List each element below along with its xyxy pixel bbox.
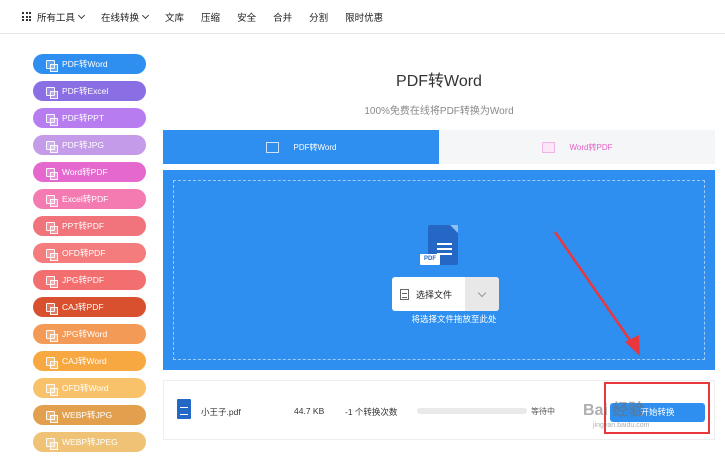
document-icon xyxy=(46,410,58,423)
convert-icon xyxy=(541,141,555,153)
sidebar-item-excel-to-pdf[interactable]: Excel转PDF xyxy=(33,189,146,209)
drop-target[interactable]: PDF 选择文件 将选择文件拖放至此处 xyxy=(173,180,705,360)
sidebar-item-word-to-pdf[interactable]: Word转PDF xyxy=(33,162,146,182)
nav-all-tools[interactable]: 所有工具 xyxy=(37,10,86,24)
chevron-down-icon xyxy=(77,11,86,19)
nav-merge[interactable]: 合并 xyxy=(273,10,292,24)
document-icon xyxy=(46,356,58,369)
document-icon xyxy=(46,275,58,288)
document-icon xyxy=(46,302,58,315)
document-icon xyxy=(46,167,58,180)
nav-limited-offer[interactable]: 限时优惠 xyxy=(345,10,383,24)
pdf-badge: PDF xyxy=(420,254,440,265)
sidebar-item-pdf-to-jpg[interactable]: PDF转JPG xyxy=(33,135,146,155)
file-size: 44.7 KB xyxy=(294,406,325,416)
sidebar-item-pdf-to-excel[interactable]: PDF转Excel xyxy=(33,81,146,101)
status-text: 等待中 xyxy=(531,407,555,416)
chevron-down-icon xyxy=(141,11,150,19)
document-icon xyxy=(46,59,58,72)
convert-icon xyxy=(265,141,279,153)
document-icon xyxy=(46,113,58,126)
nav-compress[interactable]: 压缩 xyxy=(201,10,220,24)
upload-area[interactable]: PDF 选择文件 将选择文件拖放至此处 xyxy=(163,170,715,370)
nav-split[interactable]: 分割 xyxy=(309,10,328,24)
sidebar-item-pdf-to-ppt[interactable]: PDF转PPT xyxy=(33,108,146,128)
grid-menu-icon[interactable] xyxy=(22,12,31,21)
baidu-watermark: Bai 经验 jingyan.baidu.com xyxy=(583,402,650,429)
document-icon xyxy=(46,329,58,342)
tab-pdf-to-word[interactable]: PDF转Word xyxy=(163,130,439,164)
document-icon xyxy=(46,194,58,207)
nav-security[interactable]: 安全 xyxy=(237,10,256,24)
document-icon xyxy=(46,221,58,234)
sidebar-item-webp-to-jpeg[interactable]: WEBP转JPEG xyxy=(33,432,146,452)
document-icon xyxy=(46,86,58,99)
progress-bar xyxy=(417,408,527,414)
sidebar-item-caj-to-word[interactable]: CAJ转Word xyxy=(33,351,146,371)
sidebar: PDF转Word PDF转Excel PDF转PPT PDF转JPG Word转… xyxy=(0,34,163,459)
select-file-button[interactable]: 选择文件 xyxy=(392,277,499,311)
sidebar-item-jpg-to-word[interactable]: JPG转Word xyxy=(33,324,146,344)
sidebar-item-ofd-to-pdf[interactable]: OFD转PDF xyxy=(33,243,146,263)
sidebar-item-pdf-to-word[interactable]: PDF转Word xyxy=(33,54,146,74)
sidebar-item-webp-to-jpg[interactable]: WEBP转JPG xyxy=(33,405,146,425)
nav-online-convert[interactable]: 在线转换 xyxy=(101,10,150,24)
nav-library[interactable]: 文库 xyxy=(165,10,184,24)
file-name: 小王子.pdf xyxy=(201,407,241,417)
page-subtitle: 100%免费在线将PDF转换为Word xyxy=(364,106,514,117)
dropdown-toggle[interactable] xyxy=(465,277,499,311)
sidebar-item-ppt-to-pdf[interactable]: PPT转PDF xyxy=(33,216,146,236)
chevron-down-icon xyxy=(477,288,487,297)
conversion-count: -1 个转换次数 xyxy=(345,407,398,417)
sidebar-item-caj-to-pdf[interactable]: CAJ转PDF xyxy=(33,297,146,317)
drop-hint: 将选择文件拖放至此处 xyxy=(411,314,497,324)
file-icon xyxy=(400,288,409,300)
document-icon xyxy=(46,140,58,153)
document-icon xyxy=(46,248,58,261)
convert-tabs: PDF转Word Word转PDF xyxy=(163,130,715,164)
document-icon xyxy=(46,437,58,450)
top-nav: 所有工具 在线转换 文库 压缩 安全 合并 分割 限时优惠 xyxy=(0,0,725,34)
sidebar-item-jpg-to-pdf[interactable]: JPG转PDF xyxy=(33,270,146,290)
document-icon xyxy=(46,383,58,396)
tab-word-to-pdf[interactable]: Word转PDF xyxy=(439,130,715,164)
sidebar-item-ofd-to-word[interactable]: OFD转Word xyxy=(33,378,146,398)
word-file-icon xyxy=(177,399,191,419)
page-title: PDF转Word xyxy=(396,73,482,90)
